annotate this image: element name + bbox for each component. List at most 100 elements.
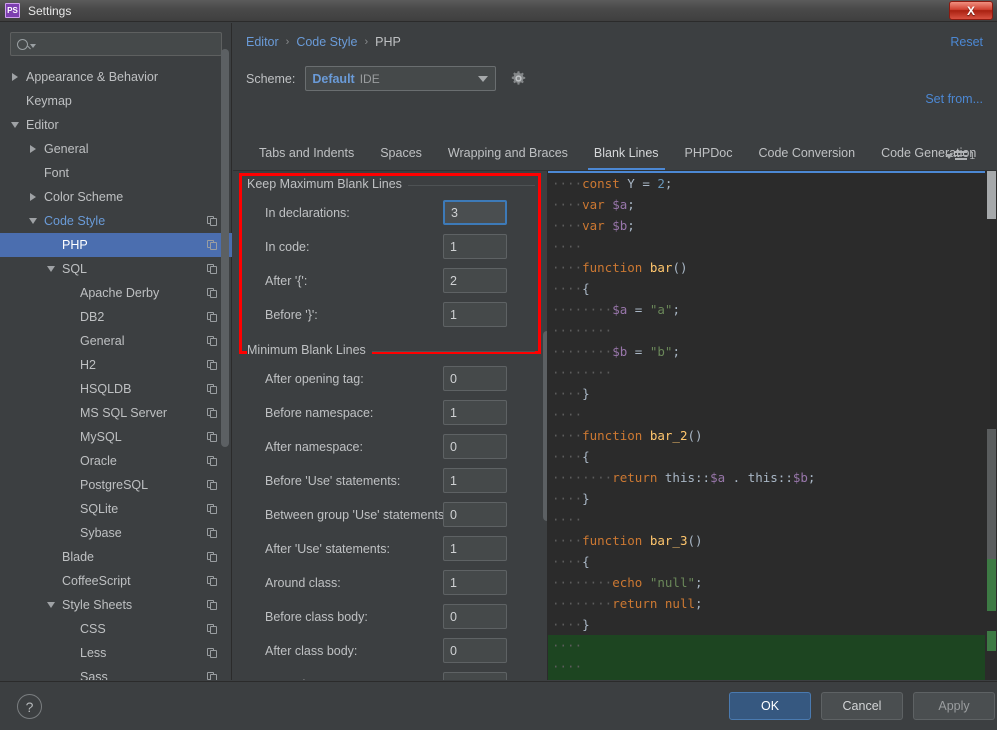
sidebar-item-sqlite[interactable]: SQLite: [0, 497, 232, 521]
copy-scheme-icon[interactable]: [207, 383, 218, 395]
sidebar-item-sybase[interactable]: Sybase: [0, 521, 232, 545]
tab-tabs-and-indents[interactable]: Tabs and Indents: [246, 145, 367, 167]
field-input-around-property[interactable]: [443, 672, 507, 680]
copy-scheme-icon[interactable]: [207, 311, 218, 323]
copy-scheme-icon[interactable]: [207, 239, 218, 251]
copy-scheme-icon[interactable]: [207, 479, 218, 491]
tab-spaces[interactable]: Spaces: [367, 145, 435, 167]
copy-scheme-icon[interactable]: [207, 599, 218, 611]
code-line: ····: [548, 509, 997, 530]
copy-scheme-icon[interactable]: [207, 527, 218, 539]
sidebar-item-code-style[interactable]: Code Style: [0, 209, 232, 233]
tabs-overflow-button[interactable]: 1: [945, 151, 975, 162]
scheme-select[interactable]: Default IDE: [305, 66, 497, 91]
sidebar-item-hsqldb[interactable]: HSQLDB: [0, 377, 232, 401]
sidebar-item-sass[interactable]: Sass: [0, 665, 232, 680]
sidebar-item-db2[interactable]: DB2: [0, 305, 232, 329]
code-preview[interactable]: ····const Y = 2; ····var $a; ····var $b; ··…: [547, 171, 997, 680]
sidebar-item-keymap[interactable]: Keymap: [0, 89, 232, 113]
sidebar-item-coffeescript[interactable]: CoffeeScript: [0, 569, 232, 593]
field-input-after-namespace[interactable]: [443, 434, 507, 459]
field-input-before[interactable]: [443, 302, 507, 327]
tab-phpdoc[interactable]: PHPDoc: [672, 145, 746, 167]
editor-scrollbar-thumb[interactable]: [987, 429, 996, 559]
tab-blank-lines[interactable]: Blank Lines: [581, 145, 672, 170]
sidebar-item-sql[interactable]: SQL: [0, 257, 232, 281]
close-icon[interactable]: X: [949, 1, 993, 20]
chevron-right-icon[interactable]: [28, 191, 40, 203]
sidebar-item-blade[interactable]: Blade: [0, 545, 232, 569]
sidebar-item-color-scheme[interactable]: Color Scheme: [0, 185, 232, 209]
help-button[interactable]: ?: [17, 694, 42, 719]
field-input-between-group-use-statements[interactable]: [443, 502, 507, 527]
sidebar-item-css[interactable]: CSS: [0, 617, 232, 641]
copy-scheme-icon[interactable]: [207, 215, 218, 227]
field-input-around-class[interactable]: [443, 570, 507, 595]
chevron-right-icon[interactable]: [10, 71, 22, 83]
chevron-down-icon[interactable]: [28, 215, 40, 227]
sidebar-scrollbar[interactable]: [221, 25, 229, 636]
sidebar-item-h2[interactable]: H2: [0, 353, 232, 377]
search-box[interactable]: [10, 32, 222, 56]
field-input-after-opening-tag[interactable]: [443, 366, 507, 391]
search-input[interactable]: [40, 37, 215, 51]
gear-icon[interactable]: [510, 70, 527, 87]
copy-scheme-icon[interactable]: [207, 455, 218, 467]
sidebar-item-editor[interactable]: Editor: [0, 113, 232, 137]
chevron-down-icon[interactable]: [46, 599, 58, 611]
sidebar-item-ms-sql-server[interactable]: MS SQL Server: [0, 401, 232, 425]
sidebar-item-style-sheets[interactable]: Style Sheets: [0, 593, 232, 617]
copy-scheme-icon[interactable]: [207, 287, 218, 299]
tab-code-conversion[interactable]: Code Conversion: [745, 145, 868, 167]
field-input-in-code[interactable]: [443, 234, 507, 259]
copy-scheme-icon[interactable]: [207, 503, 218, 515]
copy-scheme-icon[interactable]: [207, 623, 218, 635]
sidebar-item-mysql[interactable]: MySQL: [0, 425, 232, 449]
editor-scrollbar[interactable]: [985, 171, 997, 680]
sidebar-item-general[interactable]: General: [0, 329, 232, 353]
sidebar-item-php[interactable]: PHP: [0, 233, 232, 257]
code-line: ····var $a;: [548, 194, 997, 215]
sidebar-item-oracle[interactable]: Oracle: [0, 449, 232, 473]
field-input-in-declarations[interactable]: [443, 200, 507, 225]
chevron-down-icon[interactable]: [10, 119, 22, 131]
sidebar-item-appearance-behavior[interactable]: Appearance & Behavior: [0, 65, 232, 89]
sidebar-item-general[interactable]: General: [0, 137, 232, 161]
ok-button[interactable]: OK: [729, 692, 811, 720]
field-input-before-namespace[interactable]: [443, 400, 507, 425]
code-token: ····: [552, 533, 583, 548]
field-input-after[interactable]: [443, 268, 507, 293]
sidebar-item-less[interactable]: Less: [0, 641, 232, 665]
copy-scheme-icon[interactable]: [207, 551, 218, 563]
chevron-right-icon[interactable]: [28, 143, 40, 155]
copy-scheme-icon[interactable]: [207, 359, 218, 371]
breadcrumb-item[interactable]: Editor: [246, 35, 279, 49]
cancel-button[interactable]: Cancel: [821, 692, 903, 720]
field-input-after-class-body[interactable]: [443, 638, 507, 663]
breadcrumb-item[interactable]: Code Style: [296, 35, 357, 49]
apply-button[interactable]: Apply: [913, 692, 995, 720]
sidebar-item-font[interactable]: Font: [0, 161, 232, 185]
field-input-before-use-statements[interactable]: [443, 468, 507, 493]
copy-scheme-icon[interactable]: [207, 431, 218, 443]
reset-link[interactable]: Reset: [950, 35, 983, 49]
copy-scheme-icon[interactable]: [207, 671, 218, 680]
copy-scheme-icon[interactable]: [207, 407, 218, 419]
field-input-before-class-body[interactable]: [443, 604, 507, 629]
copy-scheme-icon[interactable]: [207, 575, 218, 587]
tab-wrapping-and-braces[interactable]: Wrapping and Braces: [435, 145, 581, 167]
copy-scheme-icon[interactable]: [207, 335, 218, 347]
sidebar-scrollbar-thumb[interactable]: [221, 49, 229, 447]
settings-tabs[interactable]: Tabs and Indents Spaces Wrapping and Brace…: [246, 145, 989, 171]
set-from-link[interactable]: Set from...: [925, 92, 983, 106]
sidebar-item-postgresql[interactable]: PostgreSQL: [0, 473, 232, 497]
field-input-after-use-statements[interactable]: [443, 536, 507, 561]
chevron-down-icon[interactable]: [46, 263, 58, 275]
copy-scheme-icon[interactable]: [207, 647, 218, 659]
settings-tree[interactable]: Appearance & Behavior Keymap Editor General…: [0, 65, 232, 680]
code-token: ········: [552, 344, 613, 359]
sidebar-item-apache-derby[interactable]: Apache Derby: [0, 281, 232, 305]
code-token: {: [582, 554, 590, 569]
copy-scheme-icon[interactable]: [207, 263, 218, 275]
